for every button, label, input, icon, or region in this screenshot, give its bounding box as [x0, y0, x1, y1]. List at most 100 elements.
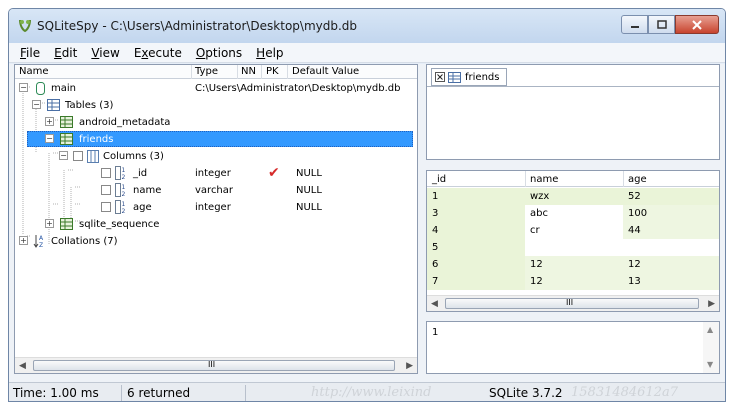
menu-options[interactable]: Options	[189, 46, 249, 60]
scroll-left-arrow-icon[interactable]: ◀	[19, 361, 26, 371]
grid-row[interactable]: 1 wzx 52	[427, 188, 719, 205]
close-button[interactable]	[675, 15, 719, 34]
minimize-button[interactable]	[621, 15, 648, 34]
menu-edit-accel: E	[54, 45, 62, 60]
primary-key-check-icon: ✔	[268, 165, 280, 181]
results-grid[interactable]: _id name age 1 wzx 52 3 abc 100 4 cr 44	[426, 170, 720, 312]
grid-header-id[interactable]: _id	[432, 174, 446, 185]
status-divider	[121, 385, 122, 401]
table-icon	[60, 133, 73, 145]
grid-horizontal-scrollbar[interactable]: ◀ III ▶	[427, 295, 719, 311]
checkbox[interactable]	[101, 168, 111, 178]
tree-item-main[interactable]: − main C:\Users\Administrator\Desktop\my…	[15, 80, 417, 97]
grid-cell[interactable]: 12	[525, 273, 623, 290]
col-header-type[interactable]: Type	[195, 66, 218, 77]
expand-icon[interactable]: +	[45, 219, 54, 228]
grid-cell[interactable]: 13	[623, 273, 719, 290]
scroll-right-arrow-icon[interactable]: ▶	[406, 361, 413, 371]
status-divider	[245, 385, 246, 401]
collapse-icon[interactable]: −	[32, 100, 41, 109]
grid-cell[interactable]: 44	[623, 222, 719, 239]
checkbox[interactable]	[73, 151, 83, 161]
grid-row[interactable]: 6 12 12	[427, 256, 719, 273]
grid-cell[interactable]: 12	[623, 256, 719, 273]
col-header-pk[interactable]: PK	[266, 66, 279, 77]
scroll-thumb[interactable]: III	[33, 360, 395, 371]
grid-header-age[interactable]: age	[628, 174, 647, 185]
grid-cell[interactable]: 52	[623, 188, 719, 205]
column-icon: 12	[115, 166, 126, 180]
collapse-icon[interactable]: −	[19, 83, 28, 92]
grid-cell[interactable]: 3	[427, 205, 525, 222]
checkbox[interactable]	[101, 202, 111, 212]
grid-cell[interactable]: 1	[427, 188, 525, 205]
sql-editor[interactable]: 1 ▲ ▼	[426, 321, 720, 374]
column-default: NULL	[296, 168, 322, 179]
tree-item-friends[interactable]: − friends	[15, 131, 417, 148]
grid-row[interactable]: 3 abc 100	[427, 205, 719, 222]
grid-cell[interactable]: 5	[427, 239, 525, 256]
tab-friends[interactable]: friends	[431, 68, 507, 86]
column-default: NULL	[296, 185, 322, 196]
grid-cell[interactable]: 100	[623, 205, 719, 222]
close-tab-icon[interactable]	[435, 72, 445, 82]
scroll-up-arrow-icon[interactable]: ▲	[707, 325, 713, 334]
collapse-icon[interactable]: −	[59, 151, 68, 160]
col-header-default[interactable]: Default Value	[292, 66, 359, 77]
app-window: SQLiteSpy - C:\Users\Administrator\Deskt…	[8, 8, 726, 402]
tree-horizontal-scrollbar[interactable]: ◀ III ▶	[15, 357, 417, 373]
header-divider[interactable]	[287, 65, 288, 79]
header-divider[interactable]	[525, 171, 526, 187]
tree-item-column-age[interactable]: 12 age integer NULL	[15, 199, 417, 216]
expand-icon[interactable]: +	[45, 117, 54, 126]
tree-item-label: _id	[133, 168, 148, 179]
checkbox[interactable]	[101, 185, 111, 195]
maximize-icon	[656, 20, 667, 29]
menu-view[interactable]: View	[84, 46, 126, 60]
expand-icon[interactable]: +	[19, 236, 28, 245]
grid-cell[interactable]: abc	[525, 205, 623, 222]
menu-execute[interactable]: Execute	[127, 46, 189, 60]
grid-cell[interactable]: 4	[427, 222, 525, 239]
header-divider[interactable]	[191, 65, 192, 79]
grid-cell[interactable]	[525, 239, 623, 256]
grid-cell[interactable]: wzx	[525, 188, 623, 205]
window-title: SQLiteSpy - C:\Users\Administrator\Deskt…	[37, 19, 358, 33]
sql-vertical-scrollbar[interactable]: ▲ ▼	[703, 322, 719, 373]
tree-item-label: Columns (3)	[103, 151, 164, 162]
grid-header-name[interactable]: name	[530, 174, 558, 185]
grid-cell[interactable]: 7	[427, 273, 525, 290]
sql-text[interactable]: 1	[432, 327, 438, 338]
maximize-button[interactable]	[648, 15, 675, 34]
grid-row[interactable]: 5	[427, 239, 719, 256]
scroll-right-arrow-icon[interactable]: ▶	[708, 299, 715, 309]
tree-item-sqlite-sequence[interactable]: + sqlite_sequence	[15, 216, 417, 233]
header-divider[interactable]	[623, 171, 624, 187]
svg-text:A: A	[39, 235, 44, 242]
grid-row[interactable]: 7 12 13	[427, 273, 719, 290]
tree-item-columns[interactable]: − Columns (3)	[15, 148, 417, 165]
header-divider[interactable]	[261, 65, 262, 79]
status-returned: 6 returned	[127, 386, 191, 400]
schema-tree[interactable]: Name Type NN PK Default Value − main C:\…	[14, 64, 418, 374]
grid-cell[interactable]	[623, 239, 719, 256]
tree-item-tables[interactable]: − Tables (3)	[15, 97, 417, 114]
title-bar[interactable]: SQLiteSpy - C:\Users\Administrator\Deskt…	[9, 9, 725, 43]
scroll-down-arrow-icon[interactable]: ▼	[707, 360, 713, 369]
grid-cell[interactable]: 12	[525, 256, 623, 273]
tree-item-column-id[interactable]: 12 _id integer ✔ NULL	[15, 165, 417, 182]
col-header-nn[interactable]: NN	[241, 66, 256, 77]
grid-cell[interactable]: cr	[525, 222, 623, 239]
menu-help[interactable]: Help	[249, 46, 290, 60]
tree-item-android-metadata[interactable]: + android_metadata	[15, 114, 417, 131]
menu-file[interactable]: File	[13, 46, 47, 60]
header-divider[interactable]	[237, 65, 238, 79]
menu-edit[interactable]: Edit	[47, 46, 84, 60]
scroll-thumb[interactable]: III	[445, 298, 699, 309]
tree-item-collations[interactable]: + AZ Collations (7)	[15, 233, 417, 250]
collapse-icon[interactable]: −	[45, 134, 54, 143]
grid-row[interactable]: 4 cr 44	[427, 222, 719, 239]
tree-item-column-name[interactable]: 12 name varchar NULL	[15, 182, 417, 199]
grid-cell[interactable]: 6	[427, 256, 525, 273]
scroll-left-arrow-icon[interactable]: ◀	[431, 299, 438, 309]
